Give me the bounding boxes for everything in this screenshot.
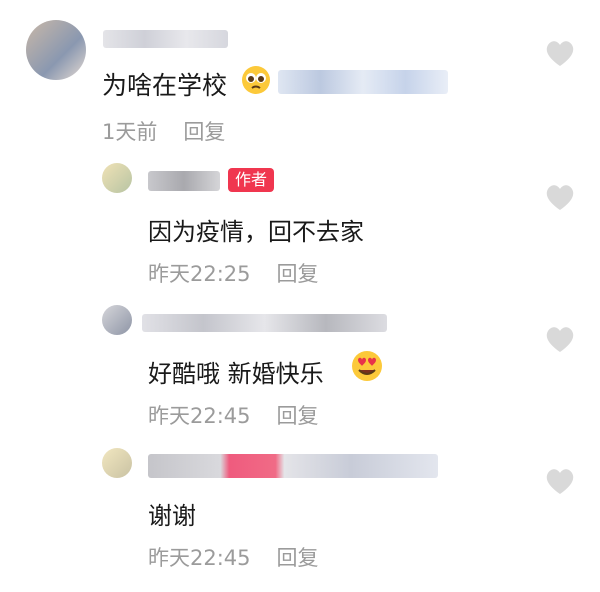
- timestamp: 昨天22:45: [148, 404, 251, 428]
- username[interactable]: [148, 171, 220, 191]
- reply-button[interactable]: 回复: [277, 404, 319, 428]
- mentioned-user[interactable]: [278, 70, 448, 94]
- username[interactable]: [103, 30, 228, 48]
- heart-icon[interactable]: [544, 38, 576, 68]
- username[interactable]: [142, 314, 387, 332]
- timestamp: 昨天22:25: [148, 262, 251, 286]
- comment-meta: 1天前 回复: [102, 116, 225, 146]
- timestamp: 1天前: [102, 120, 158, 144]
- pleading-face-emoji: [240, 64, 272, 96]
- comment-meta: 昨天22:45 回复: [148, 542, 319, 572]
- avatar[interactable]: [102, 305, 132, 335]
- comment-meta: 昨天22:25 回复: [148, 258, 319, 288]
- author-badge: 作者: [228, 168, 275, 192]
- avatar[interactable]: [102, 163, 132, 193]
- heart-icon[interactable]: [544, 466, 576, 496]
- reply-button[interactable]: 回复: [277, 546, 319, 570]
- username[interactable]: [148, 454, 438, 478]
- heart-eyes-emoji: [350, 349, 384, 383]
- comment-text: 因为疫情，回不去家: [148, 218, 364, 246]
- reply-button[interactable]: 回复: [183, 120, 225, 144]
- heart-icon[interactable]: [544, 182, 576, 212]
- comment-text: 谢谢: [148, 502, 196, 530]
- avatar[interactable]: [102, 448, 132, 478]
- comment-meta: 昨天22:45 回复: [148, 400, 319, 430]
- comment-text: 好酷哦 新婚快乐: [148, 360, 324, 388]
- heart-icon[interactable]: [544, 324, 576, 354]
- reply-button[interactable]: 回复: [277, 262, 319, 286]
- timestamp: 昨天22:45: [148, 546, 251, 570]
- avatar[interactable]: [26, 20, 86, 80]
- comment-text: 为啥在学校: [102, 71, 228, 100]
